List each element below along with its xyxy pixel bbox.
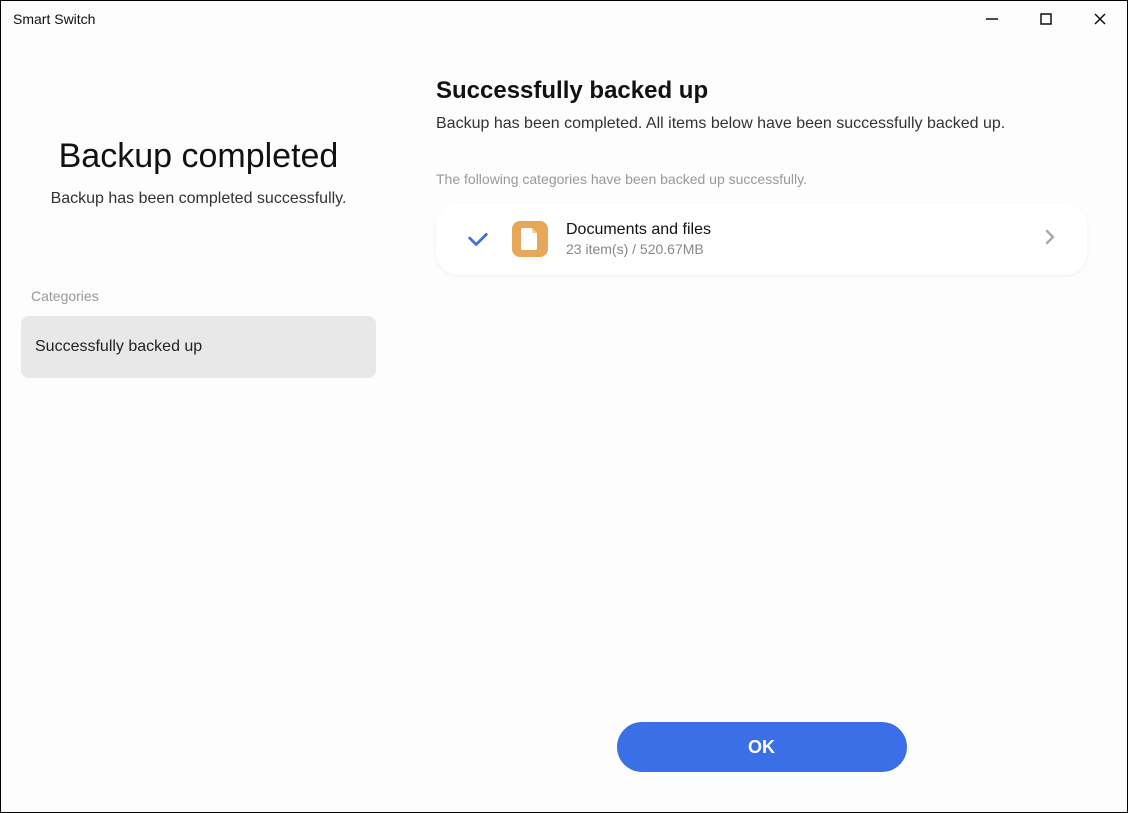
main-title: Successfully backed up [436, 77, 1087, 105]
sidebar-title: Backup completed [21, 137, 376, 176]
backup-item-title: Documents and files [566, 221, 711, 239]
category-item-successfully-backed-up[interactable]: Successfully backed up [21, 316, 376, 378]
category-item-label: Successfully backed up [35, 338, 202, 355]
minimize-icon [985, 12, 999, 26]
maximize-icon [1040, 13, 1052, 25]
sidebar-subtitle: Backup has been completed successfully. [21, 190, 376, 208]
check-icon [466, 227, 490, 251]
window-controls [965, 1, 1127, 37]
titlebar: Smart Switch [1, 1, 1127, 37]
main-panel: Successfully backed up Backup has been c… [396, 37, 1127, 812]
sidebar: Backup completed Backup has been complet… [1, 37, 396, 812]
ok-button[interactable]: OK [617, 722, 907, 772]
close-icon [1093, 12, 1107, 26]
backup-item-text: Documents and files 23 item(s) / 520.67M… [566, 221, 711, 257]
minimize-button[interactable] [965, 1, 1019, 37]
main-subtitle: Backup has been completed. All items bel… [436, 115, 1087, 133]
categories-label: Categories [31, 288, 376, 304]
maximize-button[interactable] [1019, 1, 1073, 37]
close-button[interactable] [1073, 1, 1127, 37]
documents-icon [512, 221, 548, 257]
footer: OK [436, 702, 1087, 792]
backup-item-documents[interactable]: Documents and files 23 item(s) / 520.67M… [436, 203, 1087, 275]
content: Backup completed Backup has been complet… [1, 37, 1127, 812]
chevron-right-icon [1043, 227, 1057, 252]
list-label: The following categories have been backe… [436, 171, 1087, 187]
spacer [436, 275, 1087, 702]
window-title: Smart Switch [13, 11, 95, 27]
backup-item-subtitle: 23 item(s) / 520.67MB [566, 241, 711, 257]
app-window: Smart Switch Backup completed Backup has… [0, 0, 1128, 813]
